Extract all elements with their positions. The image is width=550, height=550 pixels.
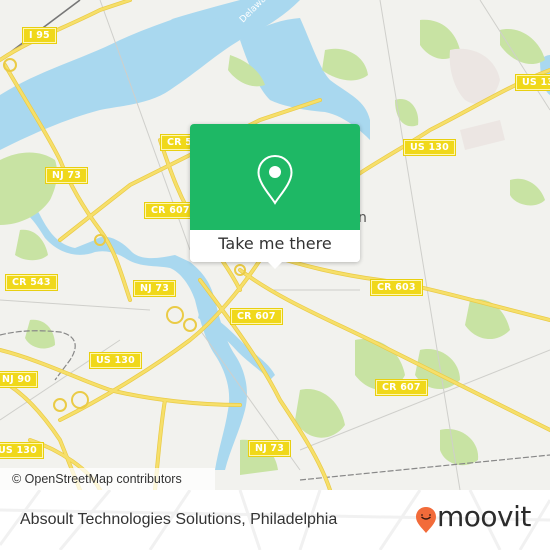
road-shield-nj73-north: NJ 73: [44, 167, 89, 184]
road-shield-us130-sw: US 130: [0, 442, 44, 459]
road-shield-nj90: NJ 90: [0, 371, 39, 388]
road-shield-cr603: CR 603: [370, 279, 423, 296]
road-shield-nj73-center: NJ 73: [132, 280, 177, 297]
road-shield-us130-mid: US 130: [403, 139, 456, 156]
popup-pointer: [267, 261, 283, 269]
place-name: Absoult Technologies Solutions, Philadel…: [20, 511, 338, 528]
road-shield-cr543: CR 543: [5, 274, 58, 291]
road-shield-cr607-east: CR 607: [375, 379, 428, 396]
moovit-wordmark: moovit: [437, 500, 531, 533]
road-shield-nj73-south: NJ 73: [247, 440, 292, 457]
map-pin-icon: [257, 154, 293, 205]
map-attribution: © OpenStreetMap contributors: [0, 468, 215, 490]
take-me-there-label: Take me there: [218, 234, 332, 253]
attribution-text[interactable]: © OpenStreetMap contributors: [12, 472, 182, 486]
location-popup[interactable]: Take me there: [190, 124, 360, 269]
road-shield-i95: I 95: [22, 27, 57, 44]
popup-header: [190, 124, 360, 230]
footer-bar: Absoult Technologies Solutions, Philadel…: [0, 490, 550, 550]
road-shield-us130-ne: US 130: [515, 74, 550, 91]
road-shield-us130-west: US 130: [89, 352, 142, 369]
map-view[interactable]: Delaware I 95 US 130 US 130 CR 5 NJ 73 C…: [0, 0, 550, 490]
industrial-area-2: [460, 120, 505, 150]
moovit-smile-pin-icon: [416, 507, 436, 533]
railway-south: [299, 454, 550, 481]
take-me-there-button[interactable]: Take me there: [190, 230, 360, 262]
road-shield-cr607-west: CR 607: [144, 202, 197, 219]
road-shield-cr607-center: CR 607: [230, 308, 283, 325]
